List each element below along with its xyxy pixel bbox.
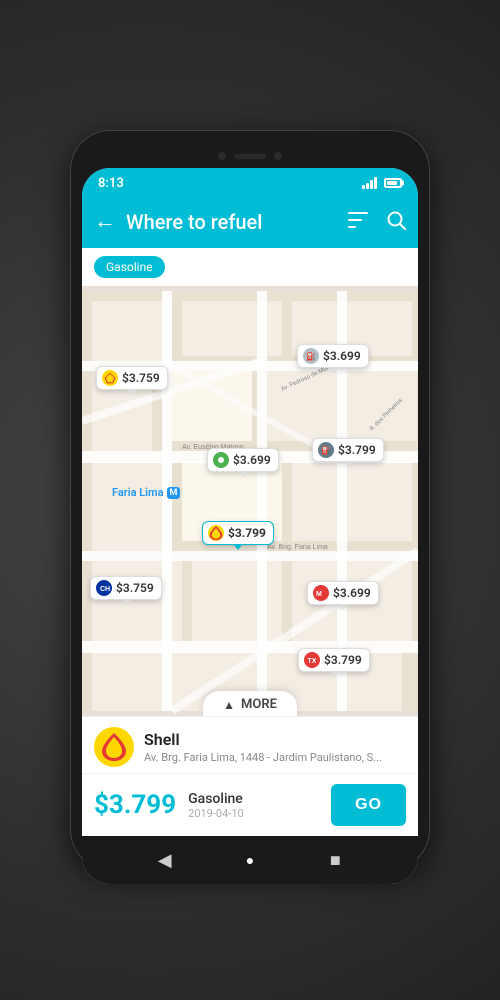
fuel-date: 2019-04-10 bbox=[188, 807, 319, 820]
notch bbox=[210, 147, 290, 165]
status-bar: 8:13 bbox=[82, 168, 418, 196]
price-text-3: $3.699 bbox=[233, 453, 271, 467]
price-pin-7[interactable]: M $3.699 bbox=[307, 581, 379, 605]
mobil-pin-icon-7: M bbox=[313, 585, 329, 601]
price-text-5: $3.799 bbox=[228, 526, 266, 540]
price-pin-6[interactable]: CH $3.759 bbox=[90, 576, 162, 600]
status-time: 8:13 bbox=[98, 176, 124, 191]
map-area[interactable]: Av. Eusébio Matoso Av. Brig. Faria Lima … bbox=[82, 286, 418, 716]
more-label: MORE bbox=[241, 697, 277, 712]
price-value: $3.799 bbox=[94, 790, 176, 820]
shell-pin-icon-1 bbox=[102, 370, 118, 386]
fuel-type: Gasoline bbox=[188, 791, 319, 807]
phone-screen: 8:13 ← Where to refuel bbox=[82, 168, 418, 884]
svg-text:R. dos Pinheiros: R. dos Pinheiros bbox=[368, 397, 403, 432]
header: ← Where to refuel bbox=[82, 196, 418, 248]
page-title: Where to refuel bbox=[126, 210, 330, 234]
price-pin-4[interactable]: ⛽ $3.799 bbox=[312, 438, 384, 462]
nav-bar: ◀ ● ■ bbox=[82, 836, 418, 884]
generic-pin-icon-4: ⛽ bbox=[318, 442, 334, 458]
nav-recent-button[interactable]: ■ bbox=[321, 846, 349, 874]
price-text-2: $3.699 bbox=[323, 349, 361, 363]
svg-text:Av. Brig. Faria Lima: Av. Brig. Faria Lima bbox=[267, 544, 328, 551]
speaker-bar bbox=[234, 154, 266, 159]
camera-dot bbox=[218, 152, 226, 160]
gas-pin-icon-2: ⛽ bbox=[303, 348, 319, 364]
faria-lima-label: Faria Lima M bbox=[112, 486, 180, 499]
price-pin-5-selected[interactable]: $3.799 bbox=[202, 521, 274, 545]
price-pin-2[interactable]: ⛽ $3.699 bbox=[297, 344, 369, 368]
svg-text:TX: TX bbox=[308, 658, 317, 665]
filter-bar: Gasoline bbox=[82, 248, 418, 286]
shell-pin-icon-5 bbox=[208, 525, 224, 541]
more-button[interactable]: ▲ MORE bbox=[203, 691, 297, 716]
price-text-6: $3.759 bbox=[116, 581, 154, 595]
signal-bars-icon bbox=[362, 177, 377, 189]
svg-text:M: M bbox=[316, 591, 322, 598]
station-address: Av. Brg. Faria Lima, 1448 - Jardim Pauli… bbox=[144, 751, 406, 764]
more-chevron-icon: ▲ bbox=[223, 698, 235, 712]
price-text-1: $3.759 bbox=[122, 371, 160, 385]
station-info: Shell Av. Brg. Faria Lima, 1448 - Jardim… bbox=[82, 717, 418, 774]
price-text-7: $3.699 bbox=[333, 586, 371, 600]
svg-text:CH: CH bbox=[100, 586, 110, 593]
texaco-pin-icon-8: TX bbox=[304, 652, 320, 668]
price-row: $3.799 Gasoline 2019-04-10 GO bbox=[82, 774, 418, 836]
bottom-card: Shell Av. Brg. Faria Lima, 1448 - Jardim… bbox=[82, 716, 418, 836]
filter-icon[interactable] bbox=[348, 212, 368, 233]
nav-back-button[interactable]: ◀ bbox=[151, 846, 179, 874]
station-details: Shell Av. Brg. Faria Lima, 1448 - Jardim… bbox=[144, 730, 406, 764]
price-pin-8[interactable]: TX $3.799 bbox=[298, 648, 370, 672]
price-text-8: $3.799 bbox=[324, 653, 362, 667]
gasoline-chip[interactable]: Gasoline bbox=[94, 256, 165, 278]
phone-shell: 8:13 ← Where to refuel bbox=[70, 130, 430, 870]
metro-badge: M bbox=[167, 487, 181, 499]
chevron-pin-icon-6: CH bbox=[96, 580, 112, 596]
fuel-info: Gasoline 2019-04-10 bbox=[188, 791, 319, 820]
back-button[interactable]: ← bbox=[94, 211, 116, 233]
status-icons bbox=[362, 177, 402, 189]
go-button[interactable]: GO bbox=[331, 784, 406, 826]
price-pin-1[interactable]: $3.759 bbox=[96, 366, 168, 390]
price-pin-3[interactable]: $3.699 bbox=[207, 448, 279, 472]
station-name: Shell bbox=[144, 730, 406, 749]
green-pin-icon-3 bbox=[213, 452, 229, 468]
price-text-4: $3.799 bbox=[338, 443, 376, 457]
notch-area bbox=[82, 142, 418, 168]
nav-home-button[interactable]: ● bbox=[236, 846, 264, 874]
search-icon[interactable] bbox=[386, 210, 406, 235]
battery-icon bbox=[384, 178, 402, 188]
camera-dot-2 bbox=[274, 152, 282, 160]
station-logo bbox=[94, 727, 134, 767]
